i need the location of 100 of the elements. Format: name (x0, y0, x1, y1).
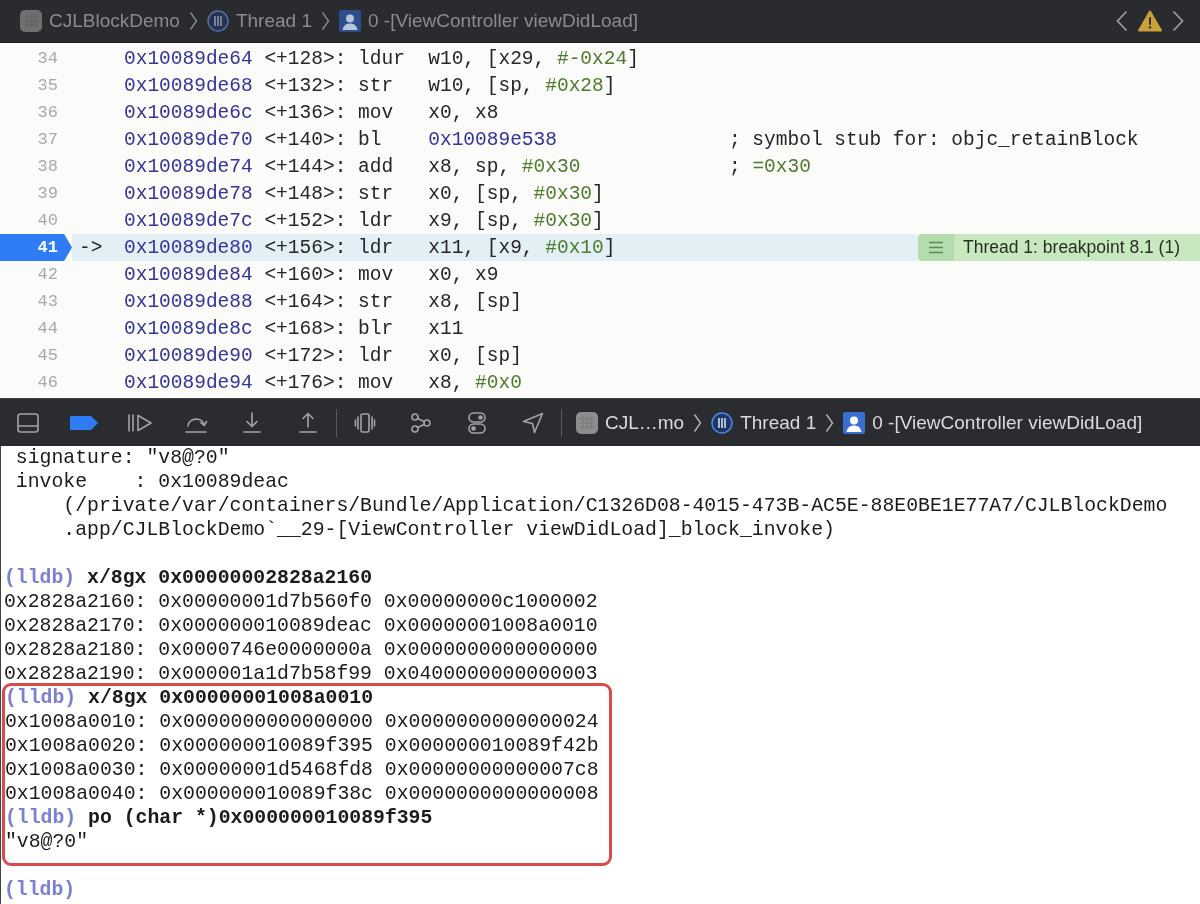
thread-icon (711, 411, 734, 434)
line-number: 36 (36, 102, 59, 124)
offset-text: <+164>: (264, 290, 347, 313)
comment-text: ; =0x30 (728, 155, 811, 178)
breadcrumb-item[interactable]: Thread 1 (740, 411, 817, 434)
operands-text: x0, x8 (428, 101, 499, 124)
breadcrumb-item[interactable]: Thread 1 (235, 10, 312, 32)
line-number: 40 (36, 210, 59, 232)
breadcrumb-item[interactable]: 0 -[ViewController viewDidLoad] (368, 10, 638, 32)
address-text: 0x10089de74 (124, 155, 253, 178)
command-text: x/8gx 0x00000001008a0010 (88, 687, 373, 709)
breakpoint-marker[interactable]: 41 (0, 234, 72, 261)
line-number: 38 (36, 156, 59, 178)
address-text: 0x10089de80 (124, 236, 253, 259)
menu-icon[interactable] (918, 234, 955, 261)
address-text: 0x10089de70 (124, 128, 253, 151)
command-text: x/8gx 0x00000002828a2160 (87, 567, 372, 589)
mnemonic-text: ldur (358, 47, 405, 70)
person-icon (339, 10, 361, 32)
annotation-text: Thread 1: breakpoint 8.1 (1) (962, 236, 1181, 259)
mnemonic-text: str (358, 290, 394, 313)
output-text: .app/CJLBlockDemo`__29-[ViewController viewDidLoad]_block_invoke) (62, 519, 835, 541)
chevron-icon (321, 11, 330, 31)
breadcrumb-item[interactable]: CJLBlockDemo (49, 10, 180, 32)
line-number: 43 (36, 291, 59, 313)
mnemonic-text: blr (358, 317, 394, 340)
mnemonic-text: mov (358, 101, 394, 124)
address-text: 0x10089de8c (124, 317, 253, 340)
offset-text: <+172>: (264, 344, 347, 367)
output-text: 0x1008a0040: 0x000000010089f38c 0x0000000000000008 (5, 783, 599, 805)
output-text: "v8@?0" (5, 831, 89, 853)
layers-icon[interactable] (354, 411, 376, 434)
mnemonic-text: mov (358, 371, 394, 394)
output-text: 0x2828a2180: 0x0000746e0000000a 0x0000000000000000 (4, 639, 598, 661)
mnemonic-text: str (358, 74, 394, 97)
address-text: 0x10089de84 (124, 263, 253, 286)
lldb-prompt: (lldb) (4, 567, 76, 589)
breadcrumb-item[interactable]: 0 -[ViewController viewDidLoad] (872, 411, 1143, 434)
operands-text: x8, #0x0 (428, 371, 522, 394)
output-text: 0x1008a0020: 0x000000010089f395 0x000000010089f42b (5, 735, 599, 757)
output-text: 0x1008a0030: 0x00000001d5468fd8 0x00000000000007c8 (5, 759, 599, 781)
address-text: 0x10089de90 (124, 344, 253, 367)
command-text: po (char *)0x000000010089f395 (88, 807, 433, 829)
output-text: 0x2828a2170: 0x000000010089deac 0x00000001008a0010 (4, 615, 598, 637)
step-into-icon[interactable] (242, 411, 262, 434)
offset-text: <+168>: (264, 317, 347, 340)
address-text: 0x10089de64 (124, 47, 253, 70)
pc-arrow: -> (79, 236, 103, 259)
offset-text: <+148>: (264, 182, 347, 205)
breadcrumb-item[interactable]: CJL…mo (605, 411, 685, 434)
chevron-icon (693, 412, 703, 433)
toggles-icon[interactable] (468, 411, 486, 434)
line-number: 42 (36, 264, 59, 286)
mnemonic-text: mov (358, 263, 394, 286)
operands-text: x0, x9 (428, 263, 499, 286)
offset-text: <+152>: (264, 209, 347, 232)
offset-text: <+160>: (264, 263, 347, 286)
chevron-left-icon[interactable] (1116, 10, 1128, 32)
line-number: 46 (36, 372, 59, 394)
line-number: 39 (36, 183, 59, 205)
operands-text: x11, [x9, #0x10] (428, 236, 616, 259)
operands-text: w10, [sp, #0x28] (428, 74, 616, 97)
operands-text: w10, [x29, #-0x24] (428, 47, 639, 70)
thread-icon (206, 10, 229, 32)
continue-icon[interactable] (127, 412, 153, 433)
lldb-prompt: (lldb) (4, 879, 76, 901)
output-text: signature: "v8@?0" (14, 447, 230, 469)
chevron-right-icon[interactable] (1172, 10, 1184, 32)
app-icon (20, 10, 42, 32)
address-text: 0x10089de7c (124, 209, 253, 232)
chevron-icon (188, 11, 198, 31)
operands-text: x0, [sp, #0x30] (428, 182, 604, 205)
line-number: 37 (36, 129, 59, 151)
nodes-icon[interactable] (410, 411, 432, 434)
line-number: 45 (36, 345, 59, 367)
output-text: (/private/var/containers/Bundle/Application/C1326D08-4015-473B-AC5E-88E0BE1E77A7/CJLBlockDemo (62, 495, 1168, 517)
operands-text: x9, [sp, #0x30] (428, 209, 604, 232)
offset-text: <+156>: (264, 236, 347, 259)
warning-icon[interactable] (1138, 10, 1162, 32)
line-number: 44 (36, 318, 59, 340)
panel-icon[interactable] (17, 412, 39, 433)
output-text: 0x1008a0010: 0x0000000000000000 0x0000000000000024 (5, 711, 599, 733)
person-icon (843, 411, 866, 434)
operands-text: x8, sp, #0x30 (428, 155, 581, 178)
offset-text: <+176>: (264, 371, 347, 394)
chevron-icon (825, 412, 835, 433)
operands-text: x11 (428, 317, 464, 340)
output-text: invoke : 0x10089deac (14, 471, 289, 493)
breakpoint-icon[interactable] (69, 414, 99, 431)
mnemonic-text: ldr (358, 209, 394, 232)
offset-text: <+128>: (264, 47, 347, 70)
offset-text: <+140>: (264, 128, 347, 151)
mnemonic-text: bl (358, 128, 382, 151)
location-arrow-icon[interactable] (522, 411, 544, 434)
mnemonic-text: ldr (358, 344, 394, 367)
operands-text: x8, [sp] (428, 290, 522, 313)
step-out-icon[interactable] (298, 411, 318, 434)
address-text: 0x10089de88 (124, 290, 253, 313)
output-text: 0x2828a2190: 0x000001a1d7b58f99 0x0400000000000003 (4, 663, 598, 685)
operands-text: 0x10089e538 (428, 128, 557, 151)
